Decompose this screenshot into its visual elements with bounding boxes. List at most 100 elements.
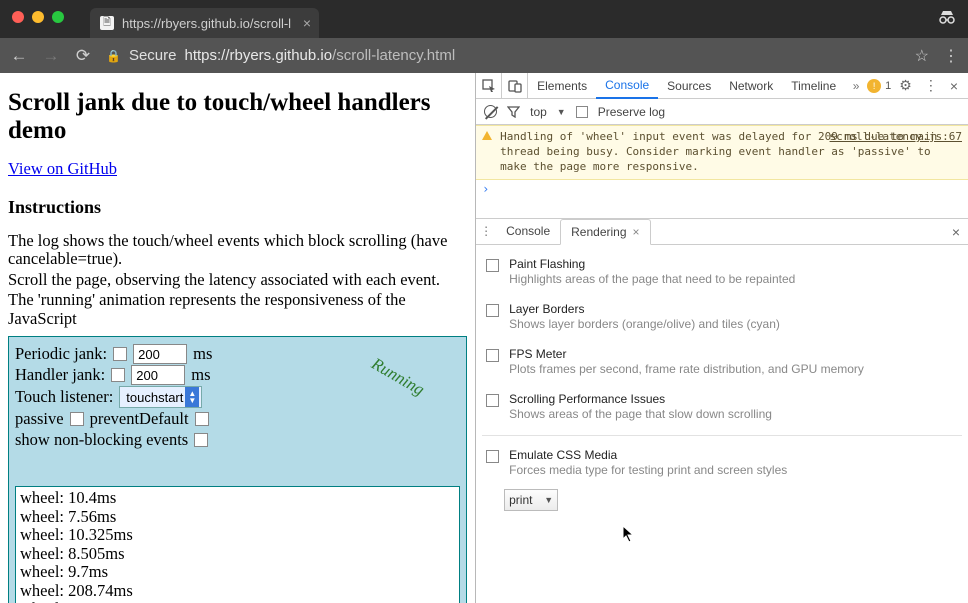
devtools-panel: Elements Console Sources Network Timelin… (475, 73, 968, 603)
log-line: wheel: 7.56ms (20, 508, 455, 526)
macos-minimize-button[interactable] (32, 11, 44, 23)
log-line: wheel: 208.74ms (20, 582, 455, 600)
select-arrows-icon: ▲▼ (185, 387, 199, 407)
github-link[interactable]: View on GitHub (8, 159, 117, 178)
handler-jank-unit: ms (191, 365, 210, 385)
periodic-jank-label: Periodic jank: (15, 344, 107, 364)
window-titlebar: 🗎 https://rbyers.github.io/scroll-l × (0, 0, 968, 38)
periodic-jank-checkbox[interactable] (113, 347, 127, 361)
bookmark-star-icon[interactable]: ☆ (915, 46, 929, 66)
periodic-jank-input[interactable]: 200 (133, 344, 187, 364)
tab-network[interactable]: Network (720, 73, 782, 98)
rendered-page[interactable]: Scroll jank due to touch/wheel handlers … (0, 73, 475, 603)
rendering-pane: Paint Flashing Highlights areas of the p… (476, 245, 968, 517)
warning-triangle-icon (482, 131, 492, 140)
macos-close-button[interactable] (12, 11, 24, 23)
drawer-menu-button[interactable]: ⋮ (476, 219, 496, 244)
drawer-close-button[interactable]: × (952, 224, 960, 240)
fps-meter-desc: Plots frames per second, frame rate dist… (509, 362, 864, 376)
preventdefault-label: preventDefault (90, 409, 189, 429)
reload-button[interactable]: ⟳ (74, 46, 92, 66)
inspect-element-button[interactable] (476, 73, 502, 98)
tab-title: https://rbyers.github.io/scroll-l (122, 16, 291, 31)
css-media-select[interactable]: print ▼ (504, 489, 558, 511)
show-nonblocking-checkbox[interactable] (194, 433, 208, 447)
console-toolbar: top ▼ Preserve log (476, 99, 968, 125)
instructions-heading: Instructions (8, 197, 467, 218)
devtools-drawer: ⋮ Console Rendering × × Paint Flashing H… (476, 218, 968, 603)
forward-button: → (42, 46, 60, 66)
console-prompt[interactable]: › (476, 180, 968, 198)
paint-flashing-label: Paint Flashing (509, 257, 795, 271)
device-toolbar-button[interactable] (502, 73, 528, 98)
devtools-close-button[interactable]: × (946, 78, 962, 94)
log-line: wheel: 9.7ms (20, 563, 455, 581)
demo-panel: Periodic jank: 200 ms Handler jank: 200 … (8, 336, 467, 603)
drawer-tab-rendering[interactable]: Rendering × (560, 219, 650, 245)
passive-label: passive (15, 409, 64, 429)
layer-borders-checkbox[interactable] (486, 304, 499, 317)
drawer-tabbar: ⋮ Console Rendering × × (476, 219, 968, 245)
paint-flashing-checkbox[interactable] (486, 259, 499, 272)
warnings-badge-icon[interactable]: ! (867, 79, 881, 93)
more-tabs-button[interactable]: » (845, 73, 867, 98)
handler-jank-label: Handler jank: (15, 365, 105, 385)
fps-meter-checkbox[interactable] (486, 349, 499, 362)
tab-console[interactable]: Console (596, 73, 658, 99)
tab-timeline[interactable]: Timeline (782, 73, 845, 98)
context-dropdown-icon[interactable]: ▼ (557, 107, 566, 117)
fps-meter-label: FPS Meter (509, 347, 864, 361)
context-selector[interactable]: top (530, 105, 547, 119)
instructions-line-1: The log shows the touch/wheel events whi… (8, 232, 467, 269)
devtools-tabbar: Elements Console Sources Network Timelin… (476, 73, 968, 99)
paint-flashing-desc: Highlights areas of the page that need t… (509, 272, 795, 286)
layer-borders-label: Layer Borders (509, 302, 780, 316)
handler-jank-input[interactable]: 200 (131, 365, 185, 385)
tab-sources[interactable]: Sources (658, 73, 720, 98)
page-title: Scroll jank due to touch/wheel handlers … (8, 89, 467, 145)
css-media-value: print (509, 493, 532, 507)
show-nonblocking-label: show non-blocking events (15, 430, 188, 450)
url-host: https://rbyers.github.io (184, 47, 332, 64)
log-line: wheel: 10.325ms (20, 526, 455, 544)
clear-console-button[interactable] (484, 105, 497, 118)
console-warning[interactable]: scroll-latency.js:67 Handling of 'wheel'… (476, 125, 968, 180)
preserve-log-checkbox[interactable] (576, 106, 588, 118)
tab-elements[interactable]: Elements (528, 73, 596, 98)
filter-icon[interactable] (507, 105, 520, 118)
lock-icon: 🔒 (106, 49, 121, 63)
drawer-tab-rendering-label: Rendering (571, 225, 626, 239)
touch-listener-select[interactable]: touchstart ▲▼ (119, 386, 202, 408)
window-controls (12, 11, 64, 23)
drawer-tab-close-button[interactable]: × (633, 225, 640, 239)
secure-label: Secure (129, 47, 177, 64)
event-log[interactable]: wheel: 10.4ms wheel: 7.56ms wheel: 10.32… (15, 486, 460, 603)
browser-toolbar: ← → ⟳ 🔒 Secure https://rbyers.github.io/… (0, 38, 968, 73)
page-favicon-icon: 🗎 (100, 16, 114, 30)
warning-source-link[interactable]: scroll-latency.js:67 (830, 130, 962, 145)
devtools-settings-button[interactable]: ⚙ (895, 77, 916, 94)
url-path: /scroll-latency.html (332, 47, 455, 64)
warnings-count: 1 (885, 80, 891, 92)
chrome-menu-button[interactable]: ⋮ (943, 46, 958, 66)
handler-jank-checkbox[interactable] (111, 368, 125, 382)
address-bar[interactable]: 🔒 Secure https://rbyers.github.io/scroll… (106, 47, 901, 64)
log-line: wheel: 10.4ms (20, 489, 455, 507)
emulate-css-media-checkbox[interactable] (486, 450, 499, 463)
passive-checkbox[interactable] (70, 412, 84, 426)
emulate-css-media-label: Emulate CSS Media (509, 448, 787, 462)
preventdefault-checkbox[interactable] (195, 412, 209, 426)
browser-tab[interactable]: 🗎 https://rbyers.github.io/scroll-l × (90, 8, 319, 38)
back-button[interactable]: ← (10, 46, 28, 66)
touch-listener-value: touchstart (126, 390, 183, 405)
macos-zoom-button[interactable] (52, 11, 64, 23)
scrolling-issues-desc: Shows areas of the page that slow down s… (509, 407, 772, 421)
emulate-css-media-desc: Forces media type for testing print and … (509, 463, 787, 477)
periodic-jank-unit: ms (193, 344, 212, 364)
instructions-line-2: Scroll the page, observing the latency a… (8, 271, 467, 289)
scrolling-issues-checkbox[interactable] (486, 394, 499, 407)
layer-borders-desc: Shows layer borders (orange/olive) and t… (509, 317, 780, 331)
devtools-menu-button[interactable]: ⋮ (920, 77, 942, 94)
drawer-tab-console[interactable]: Console (496, 219, 560, 244)
tab-close-button[interactable]: × (303, 15, 311, 31)
